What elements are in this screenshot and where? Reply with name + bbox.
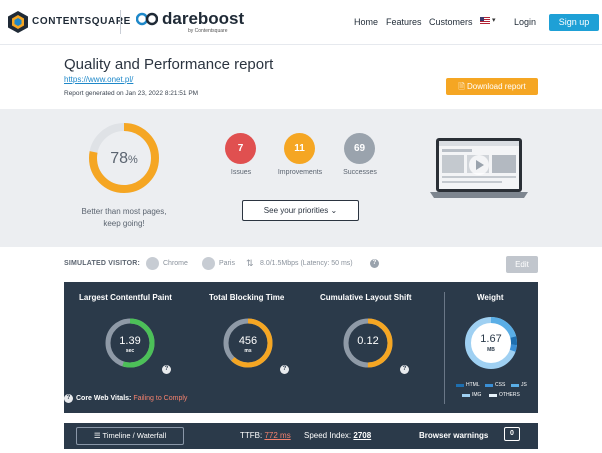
legend-html: HTML xyxy=(466,382,480,388)
score-unit: % xyxy=(128,154,138,166)
globe-icon xyxy=(202,257,215,270)
timeline-waterfall-button[interactable]: ☰ Timeline / Waterfall xyxy=(76,427,184,445)
nav-customers[interactable]: Customers xyxy=(429,17,473,27)
report-url-link[interactable]: https://www.onet.pl/ xyxy=(64,75,133,84)
connection-arrows-icon: ⇅ xyxy=(246,258,254,268)
weight-value: 1.67 xyxy=(480,333,502,345)
legend-swatch-img xyxy=(462,394,470,397)
ttfb-metric: TTFB: 772 ms xyxy=(240,431,291,440)
download-report-button[interactable]: 🗎 Download report xyxy=(446,78,538,95)
score-message-line2: keep going! xyxy=(103,219,145,228)
core-web-vitals: Core Web Vitals: Failing to Comply xyxy=(76,395,187,402)
lcp-help-icon[interactable]: ? xyxy=(162,365,171,374)
page-title: Quality and Performance report xyxy=(64,56,274,73)
weight-unit: MB xyxy=(487,347,495,353)
legend-js: JS xyxy=(521,382,527,388)
dareboost-brand[interactable]: dareboost xyxy=(162,9,244,29)
location-value: Paris xyxy=(219,260,235,267)
brand-divider xyxy=(120,10,121,34)
see-priorities-label: See your priorities xyxy=(263,206,329,215)
waterfall-icon: ☰ xyxy=(93,431,103,440)
cls-value: 0.12 xyxy=(357,335,379,347)
cls-help-icon[interactable]: ? xyxy=(400,365,409,374)
legend-img: IMG xyxy=(472,392,482,398)
speed-index-label: Speed Index: xyxy=(304,431,352,440)
legend-swatch-html xyxy=(456,384,464,387)
report-generated-date: Report generated on Jan 23, 2022 8:21:51… xyxy=(64,90,199,97)
legend-css: CSS xyxy=(495,382,506,388)
nav-home[interactable]: Home xyxy=(354,17,378,27)
successes-badge[interactable]: 69 xyxy=(344,133,375,164)
score-message: Better than most pages, keep going! xyxy=(60,206,188,230)
speed-index-metric: Speed Index: 2708 xyxy=(304,431,371,440)
legend-swatch-js xyxy=(511,384,519,387)
contentsquare-brand[interactable]: CONTENTSQUARE xyxy=(32,16,131,27)
issues-label: Issues xyxy=(230,169,252,176)
weight-title: Weight xyxy=(477,293,504,302)
login-link[interactable]: Login xyxy=(514,17,536,27)
document-icon: 🗎 xyxy=(458,82,467,91)
improvements-label: Improvements xyxy=(277,169,323,176)
timeline-label: Timeline / Waterfall xyxy=(102,431,167,440)
help-icon[interactable]: ? xyxy=(370,259,379,268)
ttfb-value[interactable]: 772 ms xyxy=(264,431,290,440)
language-flag-icon[interactable] xyxy=(480,17,490,24)
ttfb-label: TTFB: xyxy=(240,431,263,440)
cwv-label: Core Web Vitals: xyxy=(76,395,132,402)
chevron-down-icon: ⌄ xyxy=(330,206,338,215)
see-priorities-button[interactable]: See your priorities ⌄ xyxy=(242,200,359,221)
score-value: 78% xyxy=(88,150,160,168)
simulated-visitor-label: SIMULATED VISITOR: xyxy=(64,260,141,267)
tbt-title: Total Blocking Time xyxy=(209,293,285,302)
speed-index-value[interactable]: 2708 xyxy=(353,431,371,440)
cls-title: Cumulative Layout Shift xyxy=(320,293,412,302)
cwv-status: Failing to Comply xyxy=(133,395,188,402)
legend-swatch-css xyxy=(485,384,493,387)
legend-swatch-others xyxy=(489,394,497,397)
lcp-title: Largest Contentful Paint xyxy=(79,293,172,302)
contentsquare-logo-icon[interactable] xyxy=(8,11,28,33)
connection-value: 8.0/1.5Mbps (Latency: 50 ms) xyxy=(260,260,353,267)
tbt-help-icon[interactable]: ? xyxy=(280,365,289,374)
top-header: CONTENTSQUARE dareboost by Contentsquare… xyxy=(0,0,602,45)
tbt-value: 456 xyxy=(238,335,258,347)
successes-label: Successes xyxy=(343,169,377,176)
edit-visitor-button[interactable]: Edit xyxy=(506,256,538,273)
panel-divider xyxy=(444,292,445,404)
laptop-preview-image[interactable] xyxy=(430,138,528,202)
signup-button[interactable]: Sign up xyxy=(549,14,599,31)
browser-value: Chrome xyxy=(163,260,188,267)
score-number: 78 xyxy=(110,150,128,167)
lcp-value: 1.39 xyxy=(119,335,141,347)
score-message-line1: Better than most pages, xyxy=(81,207,167,216)
browser-warnings-label: Browser warnings xyxy=(419,431,489,440)
issues-badge[interactable]: 7 xyxy=(225,133,256,164)
cwv-help-icon[interactable]: ? xyxy=(64,394,73,403)
tbt-unit: ms xyxy=(244,348,252,354)
legend-others: OTHERS xyxy=(499,392,520,398)
nav-features[interactable]: Features xyxy=(386,17,422,27)
dareboost-sub: by Contentsquare xyxy=(188,28,228,34)
browser-warnings-count[interactable]: 0 xyxy=(504,427,520,441)
chrome-icon xyxy=(146,257,159,270)
dareboost-logo-icon[interactable] xyxy=(136,11,158,27)
lcp-unit: sec xyxy=(125,348,135,354)
improvements-badge[interactable]: 11 xyxy=(284,133,315,164)
chevron-down-icon[interactable]: ▾ xyxy=(492,16,496,24)
download-report-label: Download report xyxy=(466,82,526,91)
